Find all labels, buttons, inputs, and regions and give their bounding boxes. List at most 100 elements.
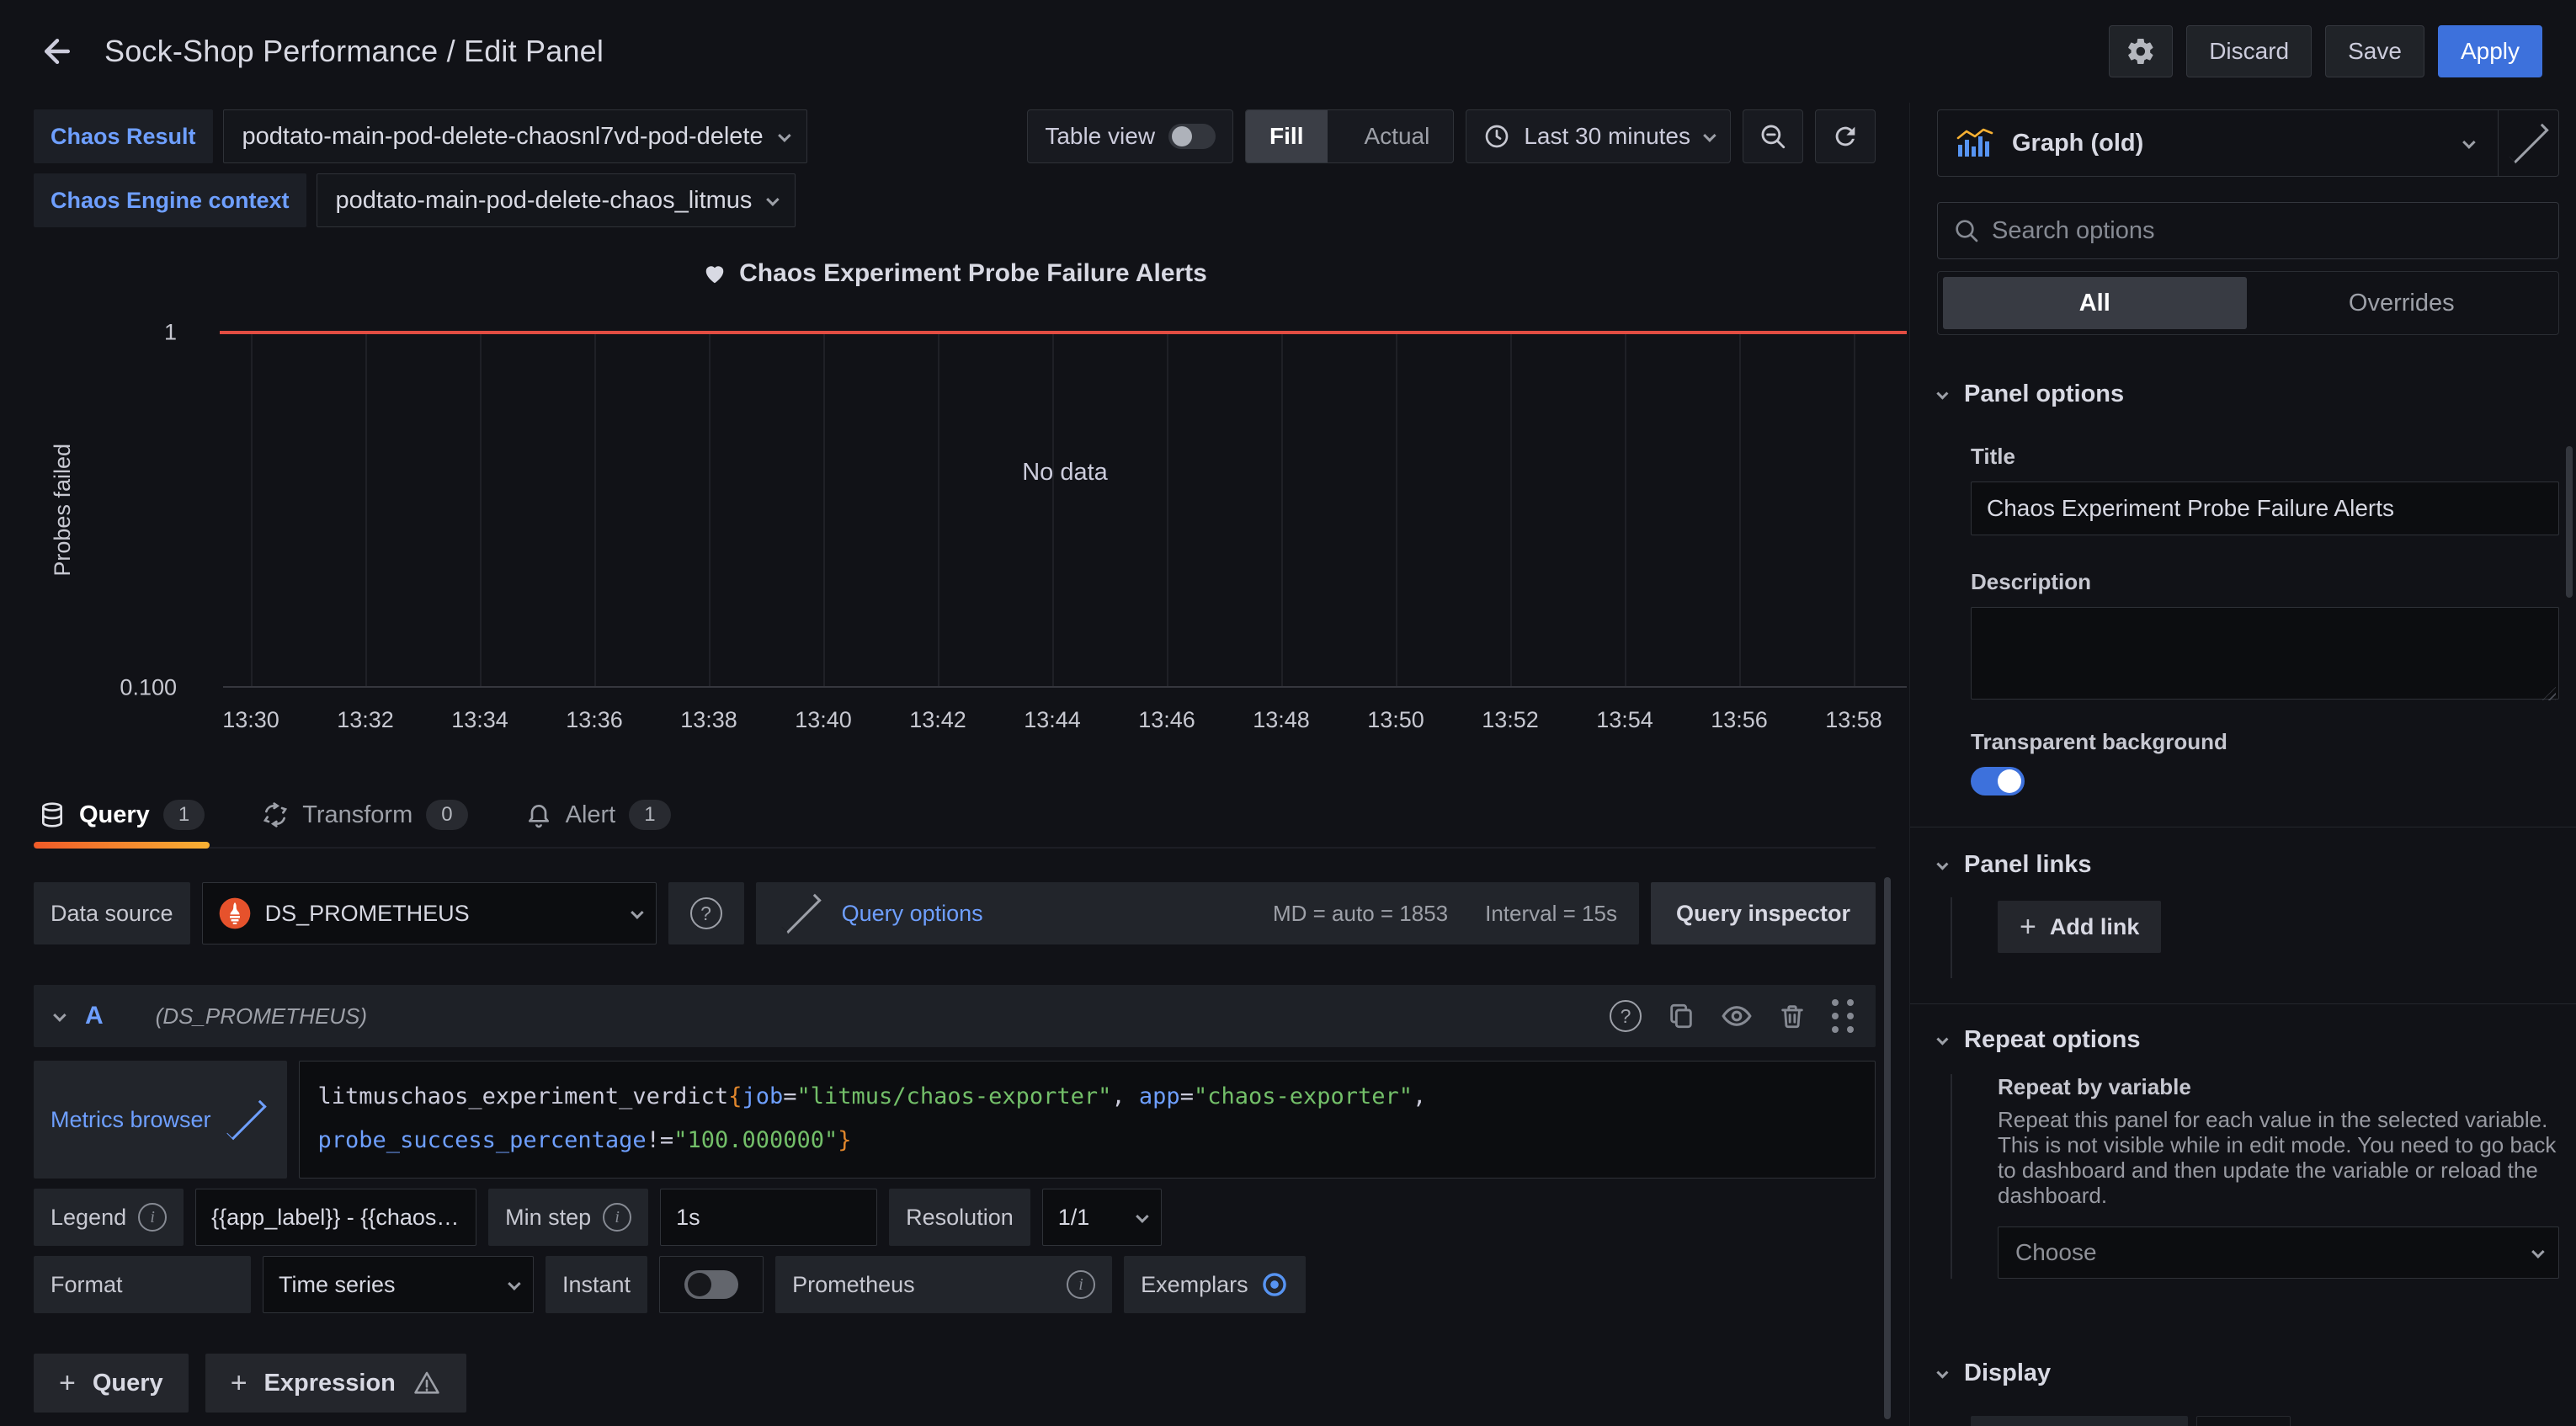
format-select[interactable]: Time series <box>263 1256 534 1313</box>
query-row-header[interactable]: A (DS_PROMETHEUS) ? <box>34 985 1876 1047</box>
metrics-row: Metrics browser litmuschaos_experiment_v… <box>34 1061 1876 1179</box>
refresh-button[interactable] <box>1815 109 1876 163</box>
query-datasource-name: (DS_PROMETHEUS) <box>156 1003 367 1030</box>
min-step-input[interactable] <box>676 1205 861 1231</box>
chevron-down-icon <box>1936 387 1948 399</box>
back-button[interactable] <box>34 28 81 75</box>
apply-button[interactable]: Apply <box>2438 25 2542 77</box>
prometheus-type-chip: Prometheus i <box>775 1256 1112 1313</box>
data-source-value: DS_PROMETHEUS <box>265 901 470 927</box>
metrics-browser-button[interactable]: Metrics browser <box>34 1061 287 1179</box>
data-source-select[interactable]: DS_PROMETHEUS <box>202 882 657 944</box>
tab-query[interactable]: Query 1 <box>34 783 210 847</box>
variable-select-chaos-result[interactable]: podtato-main-pod-delete-chaosnl7vd-pod-d… <box>223 109 807 163</box>
display-header[interactable]: Display <box>1937 1359 2559 1387</box>
prometheus-type-label: Prometheus <box>792 1272 915 1298</box>
legend-label: Legend <box>51 1205 126 1231</box>
panel-settings-button[interactable] <box>2109 25 2173 77</box>
repeat-options-body: Repeat by variable Repeat this panel for… <box>1951 1074 2559 1279</box>
gridline <box>1396 333 1397 686</box>
panel-description-textarea[interactable] <box>1971 607 2559 700</box>
x-tick-label: 13:44 <box>1024 707 1081 733</box>
gridline <box>594 333 596 686</box>
exemplars-chip: Exemplars <box>1124 1256 1306 1313</box>
panel-options-header[interactable]: Panel options <box>1937 380 2559 408</box>
duplicate-icon[interactable] <box>1667 1002 1695 1030</box>
table-view-toggle-group: Table view <box>1027 109 1233 163</box>
add-link-button[interactable]: + Add link <box>1998 901 2161 953</box>
transparent-background-switch[interactable] <box>1971 767 2025 795</box>
tab-alert[interactable]: Alert 1 <box>520 783 676 847</box>
fill-option[interactable]: Fill <box>1246 110 1327 162</box>
visualization-select[interactable]: Graph (old) <box>1938 110 2498 176</box>
tab-count-badge: 1 <box>163 800 205 830</box>
clock-icon <box>1483 123 1510 150</box>
gridline <box>480 333 482 686</box>
repeat-variable-select[interactable]: Choose <box>1998 1226 2559 1279</box>
tab-transform[interactable]: Transform 0 <box>257 783 472 847</box>
bars-option-row: Bars <box>1971 1416 2559 1426</box>
query-help-icon[interactable]: ? <box>1610 1000 1642 1032</box>
gridline <box>1052 333 1054 686</box>
max-data-points-info: MD = auto = 1853 <box>1273 901 1448 927</box>
min-step-input-wrap <box>660 1189 877 1246</box>
save-button[interactable]: Save <box>2325 25 2424 77</box>
legend-input[interactable] <box>211 1205 460 1231</box>
editor-tabs: Query 1 Transform 0 Alert 1 <box>34 783 1876 849</box>
repeat-options-header[interactable]: Repeat options <box>1937 1026 2559 1054</box>
refresh-icon <box>1831 122 1860 151</box>
tab-overrides[interactable]: Overrides <box>2250 277 2554 329</box>
legend-input-wrap <box>195 1189 476 1246</box>
legend-row: Legend i Min step i Resolution 1/1 <box>34 1189 1876 1246</box>
instant-switch[interactable] <box>684 1270 738 1299</box>
visualization-expand-button[interactable] <box>2498 110 2558 176</box>
x-tick-label: 13:38 <box>680 707 737 733</box>
heart-icon <box>702 261 727 286</box>
query-token: , <box>1111 1083 1139 1109</box>
query-expression[interactable]: litmuschaos_experiment_verdict{job="litm… <box>299 1061 1876 1179</box>
instant-label-chip: Instant <box>546 1256 647 1313</box>
repeat-variable-placeholder: Choose <box>2015 1239 2097 1266</box>
panel-toolbar: Table view Fill Actual Last 30 minutes <box>1027 109 1876 163</box>
panel-links-header[interactable]: Panel links <box>1937 851 2559 879</box>
zoom-out-icon <box>1759 122 1787 151</box>
gear-icon <box>2126 36 2156 67</box>
x-tick-label: 13:42 <box>909 707 966 733</box>
data-source-help-button[interactable]: ? <box>668 882 744 944</box>
query-options-bar[interactable]: Query options MD = auto = 1853 Interval … <box>756 882 1639 944</box>
query-inspector-button[interactable]: Query inspector <box>1651 882 1876 944</box>
gridline <box>1625 333 1626 686</box>
trash-icon[interactable] <box>1778 1002 1807 1030</box>
discard-button[interactable]: Discard <box>2186 25 2312 77</box>
actual-option[interactable]: Actual <box>1341 110 1454 162</box>
database-icon <box>39 801 66 828</box>
chevron-down-icon <box>1703 129 1716 142</box>
query-token: "chaos-exporter" <box>1194 1083 1413 1109</box>
display-body: Bars <box>1937 1416 2559 1426</box>
bell-icon <box>525 801 552 828</box>
query-token: } <box>838 1127 851 1153</box>
panel-title-input[interactable] <box>1971 482 2559 535</box>
min-step-label: Min step <box>505 1205 591 1231</box>
variable-value: podtato-main-pod-delete-chaos_litmus <box>336 187 753 215</box>
main-area: Chaos Result podtato-main-pod-delete-cha… <box>0 103 2576 1426</box>
resolution-select[interactable]: 1/1 <box>1042 1189 1162 1246</box>
plot-area[interactable]: No data <box>223 333 1907 688</box>
drag-handle-icon[interactable] <box>1832 999 1855 1033</box>
add-expression-button[interactable]: + Expression <box>205 1354 466 1413</box>
x-axis-ticks: 13:3013:3213:3413:3613:3813:4013:4213:44… <box>223 707 1907 737</box>
variable-select-chaos-engine-context[interactable]: podtato-main-pod-delete-chaos_litmus <box>317 173 796 227</box>
options-search-input[interactable] <box>1992 217 2543 245</box>
zoom-out-button[interactable] <box>1743 109 1803 163</box>
time-range-picker[interactable]: Last 30 minutes <box>1466 109 1731 163</box>
no-data-text: No data <box>1022 459 1108 487</box>
tab-all[interactable]: All <box>1943 277 2247 329</box>
eye-icon[interactable] <box>1721 1000 1753 1032</box>
add-query-button[interactable]: + Query <box>34 1354 189 1413</box>
exemplars-icon[interactable] <box>1260 1270 1289 1299</box>
table-view-switch[interactable] <box>1168 124 1216 149</box>
chevron-down-icon <box>767 193 780 206</box>
gridline <box>1281 333 1283 686</box>
query-options-label: Query options <box>842 901 983 927</box>
chevron-down-icon <box>2462 136 2476 149</box>
